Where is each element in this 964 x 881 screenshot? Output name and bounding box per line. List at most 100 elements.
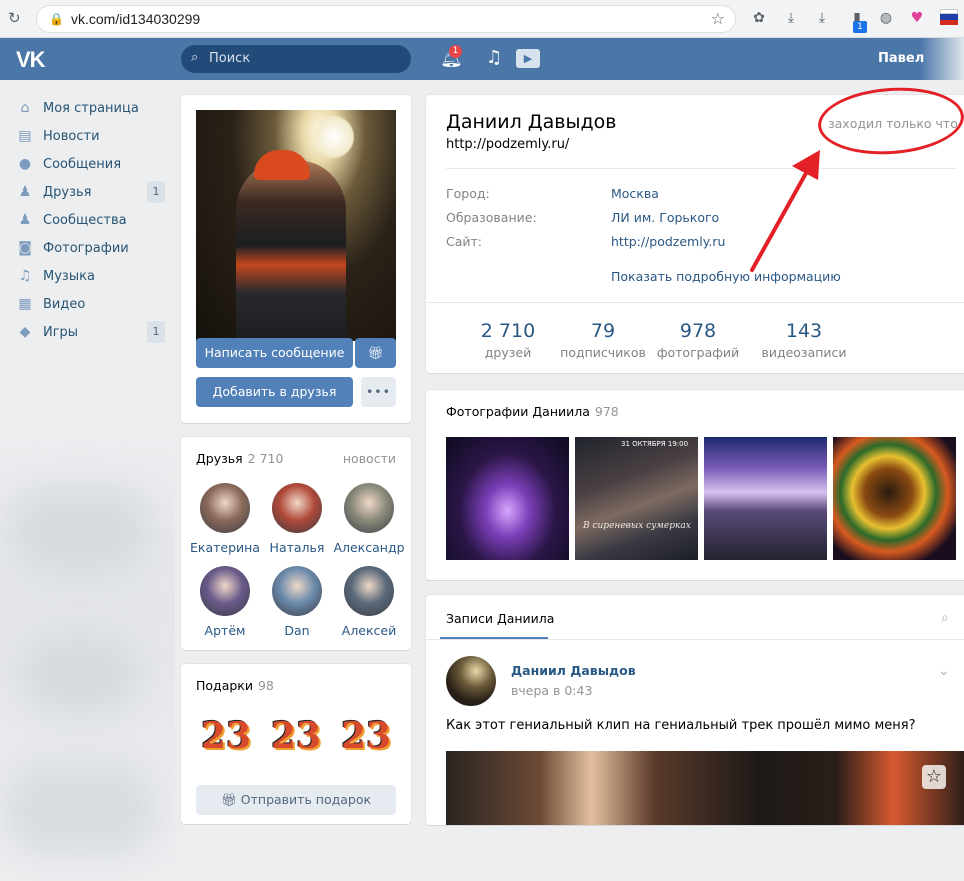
- gifts-title[interactable]: Подарки98: [196, 678, 274, 693]
- friend-name[interactable]: Алексей: [333, 623, 405, 638]
- stat-counter[interactable]: 978 фотографий: [653, 320, 743, 360]
- lamp-glow: [314, 116, 354, 158]
- stat-counter[interactable]: 143 видеозаписи: [759, 320, 849, 360]
- user-name[interactable]: Павел: [878, 51, 924, 66]
- helmet-shape: [254, 150, 310, 180]
- globe-icon[interactable]: ◍: [877, 9, 895, 27]
- photos-title-text: Фотографии Даниила: [446, 404, 590, 419]
- friends-title[interactable]: Друзья2 710: [196, 451, 283, 466]
- friend-item[interactable]: Артём: [189, 566, 261, 638]
- star-bookmark-icon[interactable]: ☆: [922, 765, 946, 789]
- sidebar-item[interactable]: ◙ Фотографии: [16, 235, 166, 261]
- friend-item[interactable]: Алексей: [333, 566, 405, 638]
- sidebar-item[interactable]: ♟ Сообщества: [16, 207, 166, 233]
- divider: [446, 168, 956, 169]
- friend-name[interactable]: Dan: [261, 623, 333, 638]
- photo-thumbnail[interactable]: [833, 437, 956, 560]
- sidebar-count-badge: 1: [147, 181, 165, 203]
- sidebar-item[interactable]: ♟ Друзья1: [16, 179, 166, 205]
- profile-photo[interactable]: [196, 110, 396, 341]
- user-avatar-blurred[interactable]: [920, 38, 964, 80]
- sidebar-item-label: Музыка: [43, 269, 95, 284]
- send-message-button[interactable]: Написать сообщение: [196, 338, 353, 368]
- friends-news-link[interactable]: новости: [343, 451, 396, 466]
- sidebar-item[interactable]: ▤ Новости: [16, 123, 166, 149]
- vk-header: VK ⌕ Поиск 🔔︎ 1 ♫ ▶ Павел: [0, 38, 964, 80]
- russia-flag-icon[interactable]: [940, 9, 958, 25]
- photo-date-text: 31 ОКТЯБРЯ 19:00: [621, 440, 688, 448]
- friend-avatar[interactable]: [200, 566, 250, 616]
- gift-item[interactable]: 23: [336, 710, 396, 762]
- extension-color-icon[interactable]: ✿: [750, 9, 768, 27]
- friend-item[interactable]: Александр: [333, 483, 405, 555]
- stat-counter[interactable]: 2 710 друзей: [463, 320, 553, 360]
- friend-item[interactable]: Наталья: [261, 483, 333, 555]
- post-author-name[interactable]: Даниил Давыдов: [511, 663, 636, 678]
- stat-counter[interactable]: 79 подписчиков: [558, 320, 648, 360]
- friend-item[interactable]: Екатерина: [189, 483, 261, 555]
- photo-thumbnail[interactable]: 31 ОКТЯБРЯ 19:00 В сиреневых сумерках: [575, 437, 698, 560]
- friend-avatar[interactable]: [344, 483, 394, 533]
- gift-item[interactable]: 23: [196, 710, 256, 762]
- posts-card: Записи Даниила ⌕ Даниил Давыдов вчера в …: [426, 595, 964, 825]
- address-bar[interactable]: 🔒 vk.com/id134030299 ☆: [36, 5, 736, 33]
- info-key: Образование:: [446, 210, 537, 225]
- bookmark-star-icon[interactable]: ☆: [711, 9, 725, 28]
- messages-icon: ●: [16, 155, 34, 173]
- games-icon: ◆: [16, 323, 34, 341]
- chevron-down-icon[interactable]: ⌄: [938, 663, 950, 679]
- friend-avatar[interactable]: [272, 483, 322, 533]
- heart-extension-icon[interactable]: ♥: [908, 9, 926, 27]
- communities-icon: ♟: [16, 211, 34, 229]
- friend-name[interactable]: Екатерина: [189, 540, 261, 555]
- music-note-icon[interactable]: ♫: [486, 47, 502, 68]
- info-value[interactable]: Москва: [611, 186, 659, 201]
- post-text: Как этот гениальный клип на гениальный т…: [446, 718, 916, 733]
- photo-thumbnail[interactable]: [446, 437, 569, 560]
- post-time[interactable]: вчера в 0:43: [511, 683, 592, 698]
- photos-title[interactable]: Фотографии Даниила978: [446, 404, 619, 419]
- post-video-thumbnail[interactable]: [446, 751, 964, 825]
- download-icon[interactable]: ⤓: [813, 9, 831, 27]
- friend-item[interactable]: Dan: [261, 566, 333, 638]
- sidebar-item[interactable]: ● Сообщения: [16, 151, 166, 177]
- download-icon[interactable]: ⤓: [782, 9, 800, 27]
- friend-name[interactable]: Артём: [189, 623, 261, 638]
- info-key: Сайт:: [446, 234, 482, 249]
- divider: [426, 639, 964, 640]
- video-play-icon[interactable]: ▶: [516, 49, 540, 68]
- stat-number: 978: [653, 320, 743, 342]
- sidebar-item-label: Сообщества: [43, 213, 127, 228]
- friend-name[interactable]: Наталья: [261, 540, 333, 555]
- search-input[interactable]: ⌕ Поиск: [181, 45, 411, 73]
- sidebar-item[interactable]: ♫ Музыка: [16, 263, 166, 289]
- friend-avatar[interactable]: [200, 483, 250, 533]
- post-author-avatar[interactable]: [446, 656, 496, 706]
- search-icon[interactable]: ⌕: [941, 610, 949, 626]
- reload-icon[interactable]: ↻: [8, 10, 24, 26]
- friend-avatar[interactable]: [344, 566, 394, 616]
- lock-icon[interactable]: 🔒: [49, 12, 64, 26]
- add-friend-button[interactable]: Добавить в друзья: [196, 377, 353, 407]
- friend-avatar[interactable]: [272, 566, 322, 616]
- tab-posts[interactable]: Записи Даниила: [446, 611, 554, 626]
- sidebar-item[interactable]: ◆ Игры1: [16, 319, 166, 345]
- url-text[interactable]: vk.com/id134030299: [71, 11, 200, 27]
- gift-item[interactable]: 23: [266, 710, 326, 762]
- friend-name[interactable]: Александр: [333, 540, 405, 555]
- video-icon: ▦: [16, 295, 34, 313]
- info-value[interactable]: http://podzemly.ru: [611, 234, 725, 249]
- sidebar-item-label: Новости: [43, 129, 100, 144]
- info-value[interactable]: ЛИ им. Горького: [611, 210, 719, 225]
- gift-icon[interactable]: 🎁︎: [355, 338, 396, 368]
- photos-card: Фотографии Даниила978 31 ОКТЯБРЯ 19:00 В…: [426, 390, 964, 580]
- more-actions-button[interactable]: •••: [361, 377, 396, 407]
- friends-card: Друзья2 710 новости Екатерина Наталья Ал…: [181, 437, 411, 650]
- send-gift-button[interactable]: 🎁︎ Отправить подарок: [196, 785, 396, 815]
- sidebar-item[interactable]: ⌂ Моя страница: [16, 95, 166, 121]
- sidebar-item-label: Игры: [43, 325, 78, 340]
- photo-thumbnail[interactable]: [704, 437, 827, 560]
- sidebar-item[interactable]: ▦ Видео: [16, 291, 166, 317]
- gifts-count: 98: [258, 678, 274, 693]
- vk-logo[interactable]: VK: [16, 47, 45, 73]
